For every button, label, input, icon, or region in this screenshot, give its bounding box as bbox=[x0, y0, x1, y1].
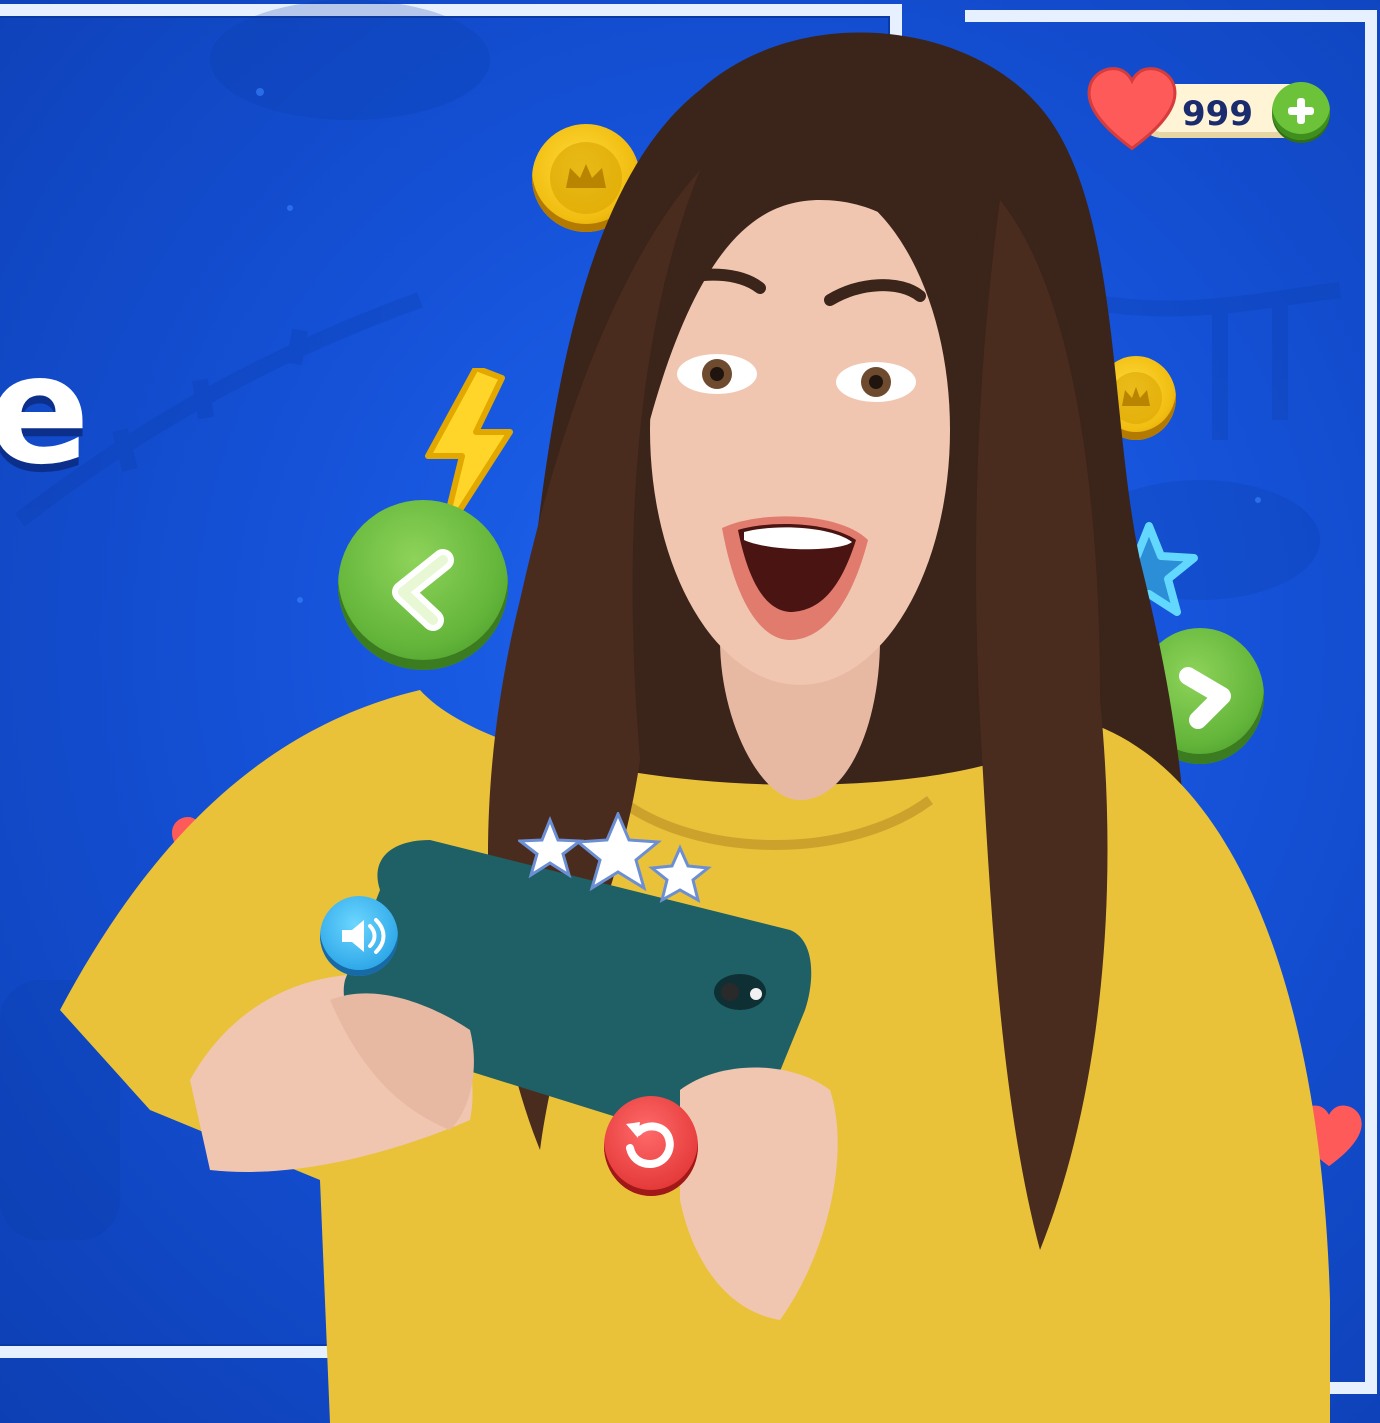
restart-icon bbox=[626, 1122, 674, 1169]
player-photo bbox=[60, 32, 1330, 1423]
star-icon bbox=[518, 815, 585, 879]
heart-icon bbox=[1087, 67, 1177, 151]
restart-button[interactable] bbox=[604, 1096, 698, 1196]
star-icon bbox=[574, 812, 662, 892]
speaker-icon bbox=[342, 918, 386, 954]
add-lives-button[interactable] bbox=[1272, 82, 1330, 140]
sound-button[interactable] bbox=[320, 896, 398, 976]
rating-stars bbox=[518, 812, 712, 903]
lives-counter: 999 bbox=[1086, 64, 1336, 154]
lives-count: 999 bbox=[1182, 94, 1253, 134]
star-icon bbox=[648, 844, 712, 903]
